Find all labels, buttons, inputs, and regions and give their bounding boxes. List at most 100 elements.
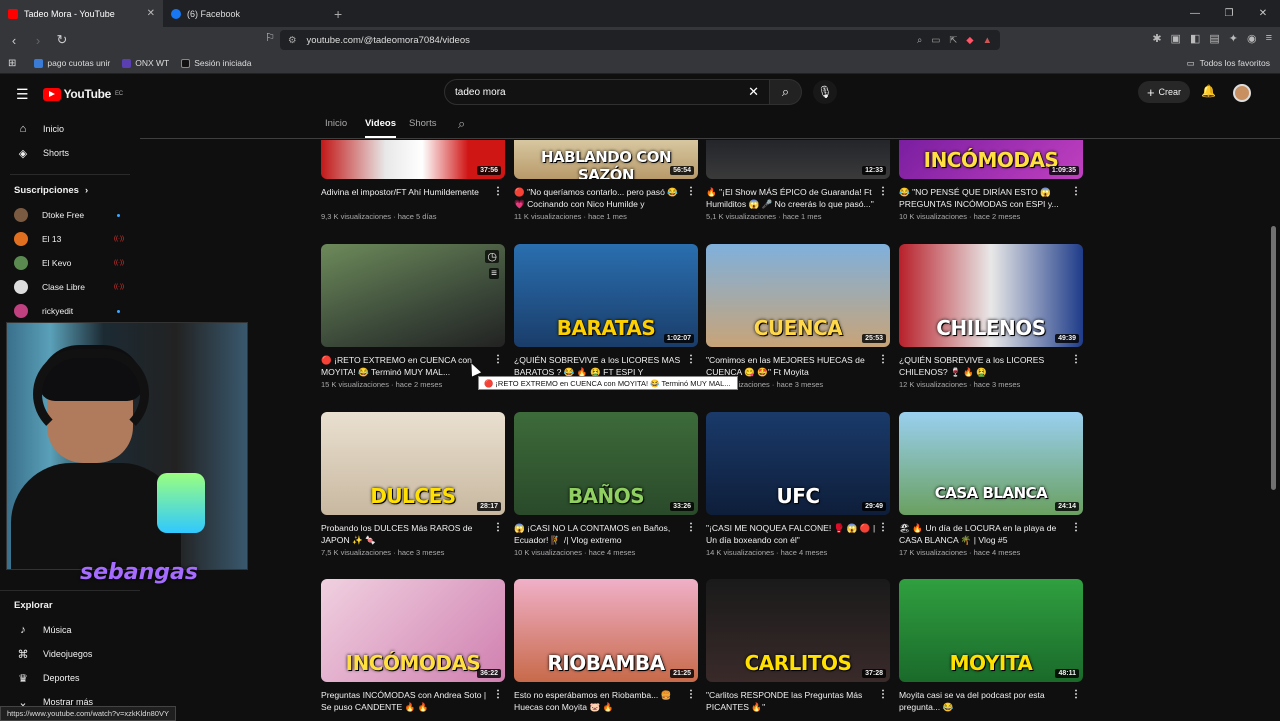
minimize-icon[interactable]: —	[1178, 0, 1212, 27]
tab-inicio[interactable]: Inicio	[325, 118, 347, 129]
more-actions-icon[interactable]: ⋮	[493, 354, 503, 365]
page-scrollbar[interactable]	[1271, 226, 1276, 490]
bookmark-item[interactable]: pago cuotas unir	[34, 58, 110, 68]
video-thumbnail[interactable]: ◷ ≡	[321, 244, 505, 347]
watch-later-icon[interactable]: ◷	[485, 250, 499, 263]
video-card[interactable]: INCÓMODAS 1:09:35 😂 "NO PENSÉ QUE DIRÍAN E…	[899, 140, 1083, 221]
more-actions-icon[interactable]: ⋮	[493, 689, 503, 700]
video-thumbnail[interactable]: BAÑOS 33:26	[514, 412, 698, 515]
video-title[interactable]: Adivina el impostor/FT Ahí Humildemente	[321, 186, 505, 210]
avatar[interactable]	[1233, 84, 1251, 102]
video-thumbnail[interactable]: HABLANDO CON SAZÓN 56:54	[514, 140, 698, 179]
video-card[interactable]: INCÓMODAS 36:22 Preguntas INCÓMODAS con An…	[321, 579, 505, 715]
video-title[interactable]: Probando los DULCES Más RAROS de JAPON ✨…	[321, 522, 505, 546]
brave-shield-icon[interactable]: ◆	[966, 35, 973, 46]
address-bar[interactable]: ⚙ youtube.com/@tadeomora7084/videos ⌕ ▭ …	[280, 30, 1000, 50]
video-thumbnail[interactable]: UFC 29:49	[706, 412, 890, 515]
youtube-logo[interactable]: YouTube EC	[42, 87, 123, 101]
browser-tab-youtube[interactable]: Tadeo Mora - YouTube ✕	[0, 0, 163, 27]
sidebar-item-shorts[interactable]: ◈ Shorts	[0, 141, 140, 165]
browser-menu-icon[interactable]: ≡	[1266, 32, 1272, 45]
wallet-icon[interactable]: ▤	[1209, 32, 1219, 45]
video-title[interactable]: 🔴 "No queríamos contarlo... pero pasó 😂 …	[514, 186, 698, 210]
video-title[interactable]: 🏖 🔥 Un día de LOCURA en la playa de CASA…	[899, 522, 1083, 546]
video-thumbnail[interactable]: BARATAS 1:02:07	[514, 244, 698, 347]
video-card[interactable]: CHILENOS 49:39 ¿QUIÉN SOBREVIVE a los LICO…	[899, 244, 1083, 389]
share-icon[interactable]: ⇱	[949, 35, 957, 46]
video-card[interactable]: HABLANDO CON SAZÓN 56:54 🔴 "No queríamos c…	[514, 140, 698, 221]
more-actions-icon[interactable]: ⋮	[686, 522, 696, 533]
add-to-queue-icon[interactable]: ≡	[489, 268, 499, 279]
more-actions-icon[interactable]: ⋮	[1071, 354, 1081, 365]
video-card[interactable]: DULCES 28:17 Probando los DULCES Más RAROS…	[321, 412, 505, 557]
more-actions-icon[interactable]: ⋮	[1071, 522, 1081, 533]
more-actions-icon[interactable]: ⋮	[878, 186, 888, 197]
video-thumbnail[interactable]: CUENCA 25:53	[706, 244, 890, 347]
more-actions-icon[interactable]: ⋮	[686, 354, 696, 365]
voice-search-button[interactable]: 🎙	[813, 80, 837, 104]
sidebar-subscription-item[interactable]: Dtoke Free	[0, 203, 140, 227]
video-title[interactable]: Moyita casi se va del podcast por esta p…	[899, 689, 1083, 713]
video-thumbnail[interactable]: INCÓMODAS 1:09:35	[899, 140, 1083, 179]
video-card[interactable]: 12:33 🔥 "¡El Show MÁS ÉPICO de Guaranda! …	[706, 140, 890, 221]
sidebar-subscription-item[interactable]: rickyedit	[0, 299, 140, 323]
video-title[interactable]: Preguntas INCÓMODAS con Andrea Soto | Se…	[321, 689, 505, 713]
more-actions-icon[interactable]: ⋮	[878, 354, 888, 365]
more-actions-icon[interactable]: ⋮	[1071, 689, 1081, 700]
sidebar-subscription-item[interactable]: El 13 ((·))	[0, 227, 140, 251]
channel-search-icon[interactable]: ⌕	[458, 116, 465, 132]
cast-icon[interactable]: ▭	[931, 35, 940, 46]
video-thumbnail[interactable]: MOYITA 48:11	[899, 579, 1083, 682]
sidebar-item-explore[interactable]: ♛ Deportes	[0, 666, 140, 690]
forward-icon[interactable]: ›	[28, 33, 48, 48]
subscriptions-heading[interactable]: Suscripciones ›	[0, 177, 140, 203]
more-actions-icon[interactable]: ⋮	[686, 186, 696, 197]
video-title[interactable]: "Comimos en las MEJORES HUECAS de CUENCA…	[706, 354, 890, 378]
more-actions-icon[interactable]: ⋮	[1071, 186, 1081, 197]
video-title[interactable]: ¿QUIÉN SOBREVIVE a los LICORES MAS BARAT…	[514, 354, 698, 378]
bookmark-page-icon[interactable]: ⚐	[260, 31, 280, 44]
video-thumbnail[interactable]: CARLITOS 37:28	[706, 579, 890, 682]
video-card[interactable]: UFC 29:49 "¡CASI ME NOQUEA FALCONE! 🥊 😱 🔴 …	[706, 412, 890, 557]
leo-icon[interactable]: ✦	[1229, 32, 1238, 45]
rewards-icon[interactable]: ▲	[983, 35, 992, 46]
video-thumbnail[interactable]: DULCES 28:17	[321, 412, 505, 515]
video-title[interactable]: Esto no esperábamos en Riobamba... 🍔 Hue…	[514, 689, 698, 713]
vpn-icon[interactable]: ◉	[1247, 32, 1257, 45]
video-card[interactable]: RIOBAMBA 21:25 Esto no esperábamos en Riob…	[514, 579, 698, 715]
back-icon[interactable]: ‹	[4, 33, 24, 48]
close-window-icon[interactable]: ✕	[1246, 0, 1280, 27]
video-card[interactable]: 37:56 Adivina el impostor/FT Ahí Humildem…	[321, 140, 505, 221]
video-card[interactable]: CUENCA 25:53 "Comimos en las MEJORES HUECA…	[706, 244, 890, 389]
video-thumbnail[interactable]: CHILENOS 49:39	[899, 244, 1083, 347]
more-actions-icon[interactable]: ⋮	[493, 186, 503, 197]
reload-icon[interactable]: ↻	[52, 32, 72, 48]
tab-videos[interactable]: Videos	[365, 118, 396, 138]
browser-tab-facebook[interactable]: (6) Facebook	[163, 0, 326, 27]
site-info-icon[interactable]: ⚙	[288, 35, 297, 46]
video-title[interactable]: ¿QUIÉN SOBREVIVE a los LICORES CHILENOS?…	[899, 354, 1083, 378]
more-actions-icon[interactable]: ⋮	[878, 689, 888, 700]
video-card[interactable]: BARATAS 1:02:07 ¿QUIÉN SOBREVIVE a los LIC…	[514, 244, 698, 389]
more-actions-icon[interactable]: ⋮	[493, 522, 503, 533]
video-card[interactable]: BAÑOS 33:26 😱 ¡CASI NO LA CONTAMOS en Baño…	[514, 412, 698, 557]
extensions-icon[interactable]: ✱	[1152, 32, 1161, 45]
sidebar-subscription-item[interactable]: Clase Libre ((·))	[0, 275, 140, 299]
close-tab-icon[interactable]: ✕	[147, 8, 155, 19]
sidebar-icon[interactable]: ◧	[1190, 32, 1200, 45]
video-title[interactable]: "Carlitos RESPONDE las Preguntas Más PIC…	[706, 689, 890, 713]
video-thumbnail[interactable]: CASA BLANCA 24:14	[899, 412, 1083, 515]
bookmark-item[interactable]: Sesión iniciada	[181, 58, 251, 68]
video-title[interactable]: "¡CASI ME NOQUEA FALCONE! 🥊 😱 🔴 | Un día…	[706, 522, 890, 546]
hamburger-menu-icon[interactable]: ☰	[16, 86, 29, 103]
new-tab-icon[interactable]: +	[334, 6, 342, 22]
video-title[interactable]: 🔥 "¡El Show MÁS ÉPICO de Guaranda! Ft Hu…	[706, 186, 890, 210]
more-actions-icon[interactable]: ⋮	[878, 522, 888, 533]
bookmark-item[interactable]: ONX WT	[122, 58, 169, 68]
create-button[interactable]: + Crear	[1138, 81, 1190, 103]
all-bookmarks[interactable]: ▭ Todos los favoritos	[1187, 58, 1270, 69]
sidebar-item-explore[interactable]: ⌘ Videojuegos	[0, 642, 140, 666]
tab-search-icon[interactable]: ▣	[1171, 32, 1181, 45]
video-thumbnail[interactable]: RIOBAMBA 21:25	[514, 579, 698, 682]
clear-search-icon[interactable]: ✕	[748, 84, 759, 100]
